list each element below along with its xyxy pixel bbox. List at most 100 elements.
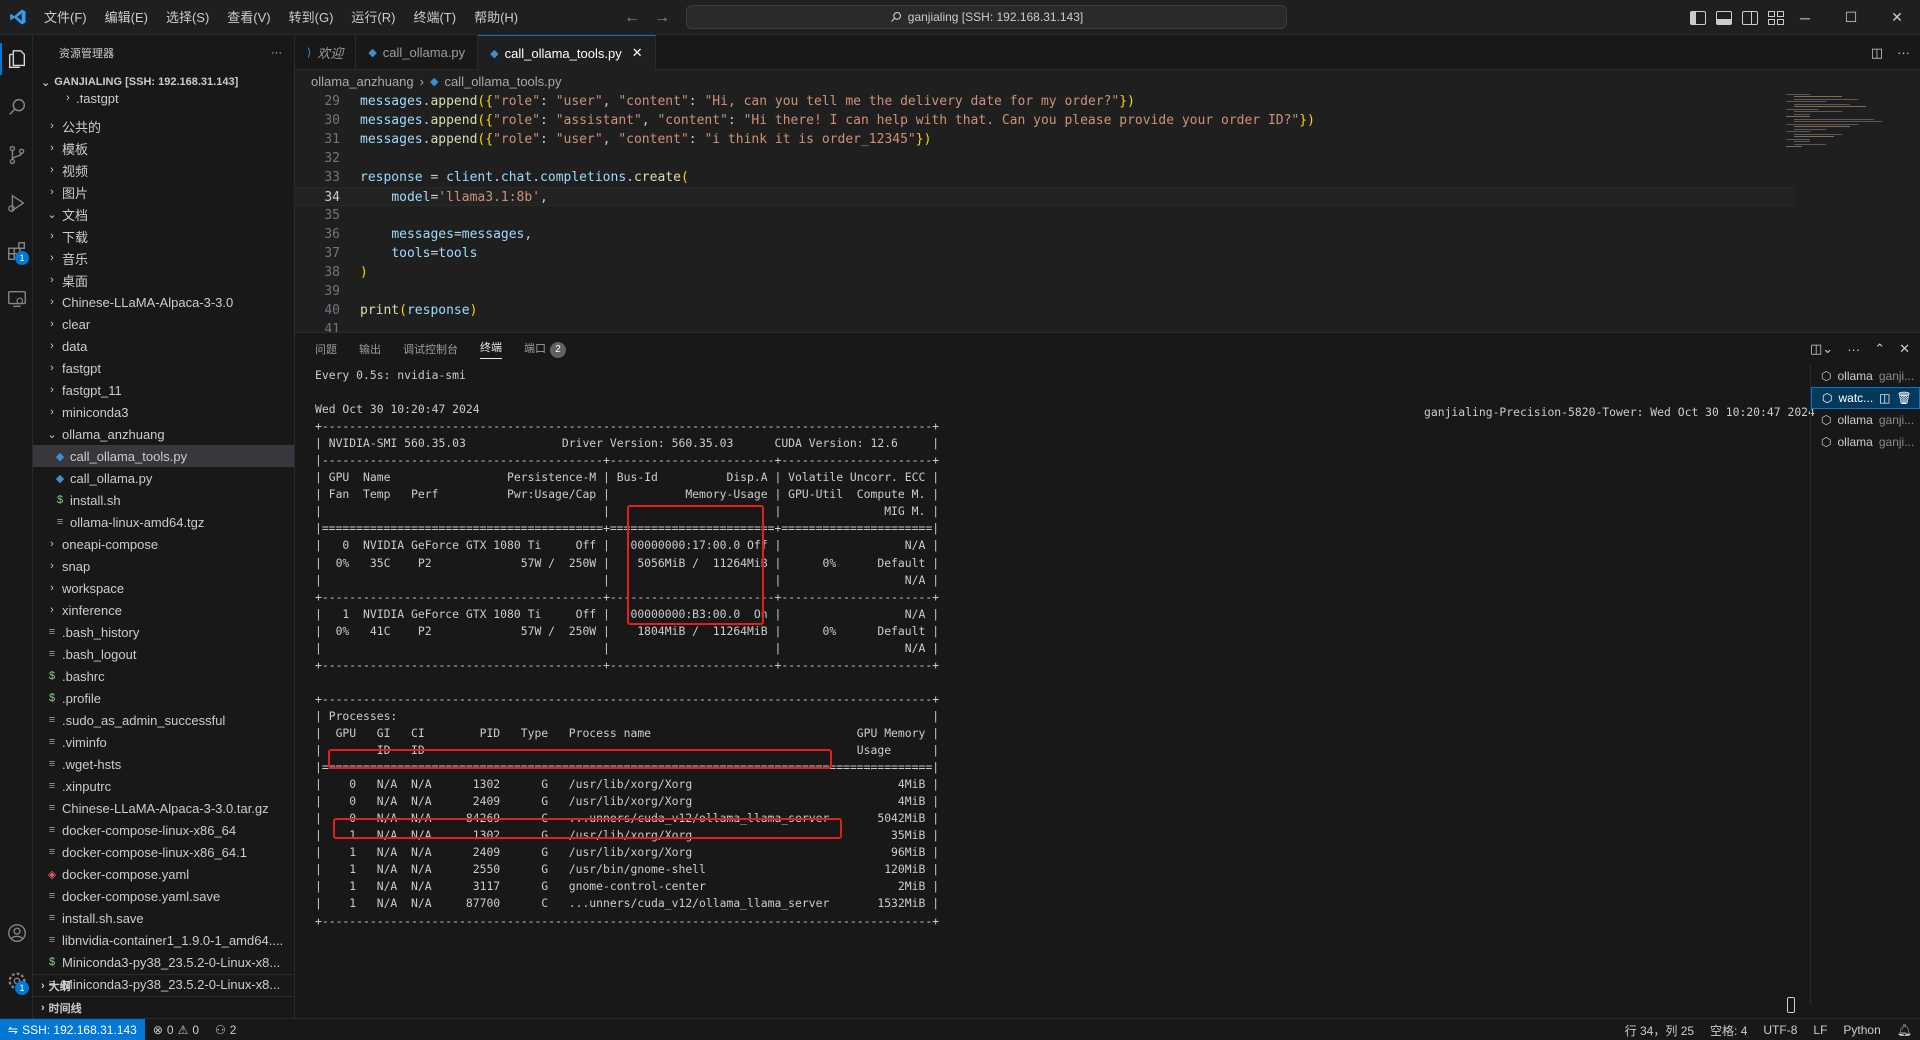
terminal-instance[interactable]: ⬡ ollama ganji... [1811, 431, 1920, 453]
tree-file[interactable]: $ .bashrc [33, 665, 294, 687]
end-of-line[interactable]: LF [1805, 1023, 1835, 1037]
code-line[interactable]: 29 messages.append({"role": "user", "cont… [295, 92, 1795, 111]
command-center-search[interactable]: ganjialing [SSH: 192.168.31.143] [686, 5, 1287, 29]
minimap[interactable] [1786, 92, 1906, 332]
editor-tab[interactable]: ⟩ 欢迎 [295, 35, 357, 70]
split-terminal-icon[interactable]: ◫ [1879, 391, 1890, 405]
tree-folder[interactable]: › 桌面 [33, 269, 294, 291]
remote-explorer-icon[interactable] [0, 275, 33, 323]
tree-folder[interactable]: › xinference [33, 599, 294, 621]
menu-help[interactable]: 帮助(H) [465, 0, 527, 35]
tree-file[interactable]: ◈ docker-compose.yaml [33, 863, 294, 885]
menu-edit[interactable]: 编辑(E) [96, 0, 157, 35]
tree-folder[interactable]: › 音乐 [33, 247, 294, 269]
split-editor-icon[interactable]: ◫ [1871, 45, 1883, 61]
tree-file[interactable]: $ .profile [33, 687, 294, 709]
code-line[interactable]: 39 [295, 282, 1795, 301]
tree-file[interactable]: ≡ docker-compose-linux-x86_64.1 [33, 841, 294, 863]
tree-file[interactable]: ≡ install.sh.save [33, 907, 294, 929]
tab-ports[interactable]: 端口 2 [524, 340, 566, 358]
settings-gear-icon[interactable]: 1 [0, 957, 33, 1005]
more-actions-icon[interactable]: ··· [1897, 45, 1910, 60]
code-line[interactable]: 30 messages.append({"role": "assistant", … [295, 111, 1795, 130]
menu-terminal[interactable]: 终端(T) [404, 0, 465, 35]
code-line[interactable]: 38) [295, 263, 1795, 282]
tree-file[interactable]: ≡ .wget-hsts [33, 753, 294, 775]
code-line[interactable]: 36 messages=messages, [295, 225, 1795, 244]
tree-file[interactable]: ≡ Chinese-LLaMA-Alpaca-3-3.0.tar.gz [33, 797, 294, 819]
tree-folder[interactable]: › 图片 [33, 181, 294, 203]
terminal-instance[interactable]: ⬡ watc... ◫ 🗑︎ [1811, 387, 1920, 409]
breadcrumb-folder[interactable]: ollama_anzhuang [311, 74, 414, 89]
breadcrumb-file[interactable]: call_ollama_tools.py [444, 74, 561, 89]
problems-status[interactable]: ⊗ 0 ⚠ 0 [145, 1023, 207, 1037]
close-panel-icon[interactable]: ✕ [1899, 341, 1910, 357]
explorer-icon[interactable] [0, 35, 33, 83]
code-line[interactable]: 40 print(response) [295, 301, 1795, 320]
terminal-instance[interactable]: ⬡ ollama ganji... [1811, 409, 1920, 431]
encoding[interactable]: UTF-8 [1755, 1023, 1805, 1037]
search-icon[interactable] [0, 83, 33, 131]
toggle-panel-icon[interactable] [1716, 10, 1732, 25]
tree-file[interactable]: ◆ call_ollama_tools.py [33, 445, 294, 467]
menu-view[interactable]: 查看(V) [218, 0, 279, 35]
tree-folder[interactable]: › clear [33, 313, 294, 335]
tree-folder[interactable]: › 视频 [33, 159, 294, 181]
tree-file[interactable]: ≡ .bash_logout [33, 643, 294, 665]
more-actions-icon[interactable]: ··· [271, 47, 282, 59]
menu-run[interactable]: 运行(R) [342, 0, 404, 35]
extensions-icon[interactable]: 1 [0, 227, 33, 275]
tree-file[interactable]: ≡ docker-compose.yaml.save [33, 885, 294, 907]
tree-folder[interactable]: › fastgpt_11 [33, 379, 294, 401]
source-control-icon[interactable] [0, 131, 33, 179]
tree-file[interactable]: $ Miniconda3-py38_23.5.2-0-Linux-x8... [33, 951, 294, 973]
tree-folder[interactable]: ⌄ 文档 [33, 203, 294, 225]
tab-problems[interactable]: 问题 [315, 341, 337, 357]
tree-folder[interactable]: › miniconda3 [33, 401, 294, 423]
tab-output[interactable]: 输出 [359, 341, 381, 357]
code-line[interactable]: 32 [295, 149, 1795, 168]
split-terminal-icon[interactable]: ◫⌄ [1810, 341, 1833, 357]
run-debug-icon[interactable] [0, 179, 33, 227]
tree-file[interactable]: ≡ ollama-linux-amd64.tgz [33, 511, 294, 533]
tree-file[interactable]: $ install.sh [33, 489, 294, 511]
close-tab-icon[interactable]: ✕ [632, 45, 643, 61]
remote-indicator[interactable]: ⇋ SSH: 192.168.31.143 [0, 1018, 145, 1040]
menu-file[interactable]: 文件(F) [35, 0, 96, 35]
tree-file[interactable]: ≡ docker-compose-linux-x86_64 [33, 819, 294, 841]
tree-file[interactable]: ≡ libnvidia-container1_1.9.0-1_amd64.... [33, 929, 294, 951]
workspace-root[interactable]: ⌄ GANJIALING [SSH: 192.168.31.143] [33, 71, 294, 93]
close-icon[interactable]: ✕ [1874, 0, 1920, 35]
tree-file[interactable]: ≡ .sudo_as_admin_successful [33, 709, 294, 731]
accounts-icon[interactable] [0, 909, 33, 957]
language-mode[interactable]: Python [1835, 1023, 1888, 1037]
tree-folder[interactable]: › data [33, 335, 294, 357]
maximize-panel-icon[interactable]: ⌃ [1874, 341, 1885, 357]
code-line[interactable]: 37 tools=tools [295, 244, 1795, 263]
code-editor[interactable]: 29 messages.append({"role": "user", "cont… [295, 92, 1795, 332]
back-arrow-icon[interactable]: ← [624, 9, 640, 27]
tree-file[interactable]: ≡ .bash_history [33, 621, 294, 643]
toggle-primary-sidebar-icon[interactable] [1690, 10, 1706, 25]
indentation[interactable]: 空格: 4 [1702, 1022, 1755, 1039]
forward-arrow-icon[interactable]: → [654, 9, 670, 27]
toggle-secondary-sidebar-icon[interactable] [1742, 10, 1758, 25]
tree-folder[interactable]: › snap [33, 555, 294, 577]
code-line[interactable]: 35 [295, 206, 1795, 225]
ports-status[interactable]: ⚇ 2 [207, 1023, 244, 1037]
code-line[interactable]: 31 messages.append({"role": "user", "cont… [295, 130, 1795, 149]
tree-folder[interactable]: › Chinese-LLaMA-Alpaca-3-3.0 [33, 291, 294, 313]
tree-folder[interactable]: ⌄ ollama_anzhuang [33, 423, 294, 445]
code-line[interactable]: 33 response = client.chat.completions.cre… [295, 168, 1795, 187]
maximize-icon[interactable]: ☐ [1828, 0, 1874, 35]
tree-file[interactable]: ◆ call_ollama.py [33, 467, 294, 489]
tree-folder[interactable]: › fastgpt [33, 357, 294, 379]
outline-section[interactable]: › 大纲 [33, 974, 294, 996]
more-actions-icon[interactable]: ··· [1847, 342, 1860, 357]
terminal-instance[interactable]: ⬡ ollama ganji... [1811, 365, 1920, 387]
notifications-bell-icon[interactable]: 🔔︎ [1889, 1023, 1920, 1037]
timeline-section[interactable]: › 时间线 [33, 996, 294, 1018]
cursor-position[interactable]: 行 34，列 25 [1617, 1022, 1702, 1039]
terminal-output[interactable]: Every 0.5s: nvidia-smi Wed Oct 30 10:20:… [315, 367, 1815, 1007]
tab-terminal[interactable]: 终端 [480, 339, 502, 359]
